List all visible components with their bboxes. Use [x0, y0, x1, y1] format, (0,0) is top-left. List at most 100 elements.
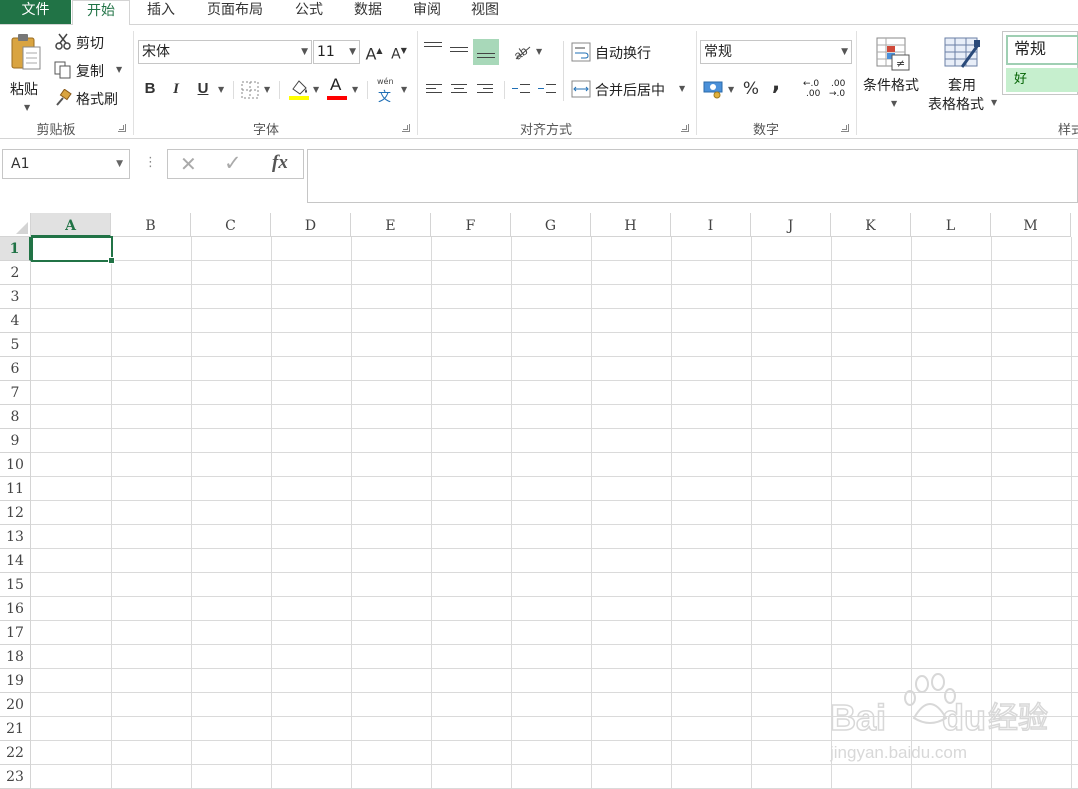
bold-button[interactable]: B	[140, 78, 160, 100]
tab-review[interactable]: 审阅	[404, 0, 450, 24]
column-header-b[interactable]: B	[111, 213, 191, 237]
cut-button[interactable]: 剪切	[54, 33, 124, 53]
align-bottom-button[interactable]	[473, 39, 499, 65]
row-header-18[interactable]: 18	[0, 645, 31, 669]
font-launcher-icon[interactable]	[402, 124, 410, 132]
phonetic-dropdown-icon[interactable]: ▼	[401, 85, 407, 94]
tab-data[interactable]: 数据	[345, 0, 391, 24]
increase-indent-icon[interactable]	[538, 81, 556, 96]
row-header-7[interactable]: 7	[0, 381, 31, 405]
percent-style-button[interactable]: %	[741, 78, 761, 100]
more-options-icon[interactable]: ⋮	[144, 155, 157, 170]
align-left-icon[interactable]	[426, 81, 442, 96]
phonetic-guide-button[interactable]: wén 文	[376, 77, 396, 105]
row-header-22[interactable]: 22	[0, 741, 31, 765]
row-header-2[interactable]: 2	[0, 261, 31, 285]
tab-formulas[interactable]: 公式	[286, 0, 332, 24]
italic-button[interactable]: I	[166, 78, 186, 100]
clipboard-launcher-icon[interactable]	[118, 124, 126, 132]
accounting-dropdown-icon[interactable]: ▼	[728, 85, 734, 94]
alignment-launcher-icon[interactable]	[681, 124, 689, 132]
row-header-11[interactable]: 11	[0, 477, 31, 501]
row-header-23[interactable]: 23	[0, 765, 31, 789]
active-cell-a1[interactable]	[31, 236, 115, 264]
orientation-icon[interactable]: ab	[512, 41, 534, 61]
row-header-5[interactable]: 5	[0, 333, 31, 357]
copy-button[interactable]: 复制 ▼	[54, 61, 126, 81]
tab-home[interactable]: 开始	[72, 0, 130, 25]
align-right-icon[interactable]	[477, 81, 493, 96]
column-header-h[interactable]: H	[591, 213, 671, 237]
row-header-9[interactable]: 9	[0, 429, 31, 453]
comma-style-button[interactable]: ,	[768, 73, 784, 95]
column-header-k[interactable]: K	[831, 213, 911, 237]
formula-input[interactable]	[307, 149, 1078, 203]
row-header-12[interactable]: 12	[0, 501, 31, 525]
row-header-17[interactable]: 17	[0, 621, 31, 645]
row-header-16[interactable]: 16	[0, 597, 31, 621]
insert-function-icon[interactable]: fx	[272, 152, 288, 174]
paste-button[interactable]: 粘贴 ▼	[6, 31, 46, 115]
column-header-f[interactable]: F	[431, 213, 511, 237]
tab-page-layout[interactable]: 页面布局	[196, 0, 274, 24]
style-good[interactable]: 好	[1006, 68, 1078, 92]
row-header-20[interactable]: 20	[0, 693, 31, 717]
tab-view[interactable]: 视图	[462, 0, 508, 24]
grow-font-button[interactable]: A▲	[364, 40, 384, 65]
row-header-19[interactable]: 19	[0, 669, 31, 693]
underline-button[interactable]: U	[192, 78, 214, 100]
borders-dropdown-icon[interactable]: ▼	[264, 85, 270, 94]
column-header-l[interactable]: L	[911, 213, 991, 237]
conditional-format-dropdown-icon[interactable]: ▼	[891, 99, 897, 108]
row-header-1[interactable]: 1	[0, 237, 31, 261]
row-header-21[interactable]: 21	[0, 717, 31, 741]
format-painter-button[interactable]: 格式刷	[54, 89, 126, 109]
merge-dropdown-icon[interactable]: ▼	[679, 84, 685, 93]
row-header-6[interactable]: 6	[0, 357, 31, 381]
column-header-a[interactable]: A	[31, 213, 111, 237]
wrap-text-button[interactable]: 自动换行	[571, 42, 671, 62]
align-center-icon[interactable]	[451, 81, 467, 96]
enter-icon[interactable]: ✓	[224, 151, 242, 175]
select-all-button[interactable]	[0, 213, 31, 237]
column-header-g[interactable]: G	[511, 213, 591, 237]
cell-styles-gallery[interactable]: 常规 好	[1002, 31, 1078, 95]
underline-dropdown-icon[interactable]: ▼	[218, 85, 224, 94]
borders-icon[interactable]	[241, 81, 259, 99]
column-header-i[interactable]: I	[671, 213, 751, 237]
row-header-15[interactable]: 15	[0, 573, 31, 597]
row-header-4[interactable]: 4	[0, 309, 31, 333]
decrease-indent-icon[interactable]	[512, 81, 530, 96]
number-format-select[interactable]: 常规 ▼	[700, 40, 852, 64]
decrease-decimal-button[interactable]: .00 →.0	[829, 79, 853, 103]
tab-insert[interactable]: 插入	[138, 0, 184, 24]
conditional-format-button[interactable]: ≠ 条件格式 ▼	[860, 33, 926, 117]
orientation-dropdown-icon[interactable]: ▼	[536, 47, 542, 56]
name-box[interactable]: A1 ▼	[2, 149, 130, 179]
fill-color-icon[interactable]	[288, 77, 310, 101]
merge-center-button[interactable]: 合并后居中 ▼	[571, 79, 691, 99]
paste-dropdown-icon[interactable]: ▼	[24, 103, 30, 112]
column-header-m[interactable]: M	[991, 213, 1071, 237]
tab-file[interactable]: 文件	[0, 0, 71, 24]
row-header-10[interactable]: 10	[0, 453, 31, 477]
cancel-icon[interactable]: ✕	[180, 152, 197, 176]
copy-dropdown-icon[interactable]: ▼	[116, 65, 122, 74]
fill-color-dropdown-icon[interactable]: ▼	[313, 85, 319, 94]
align-top-icon[interactable]	[424, 39, 442, 50]
format-as-table-dropdown-icon[interactable]: ▼	[991, 98, 997, 107]
accounting-format-icon[interactable]	[703, 79, 725, 99]
font-size-select[interactable]: 11 ▼	[313, 40, 360, 64]
column-header-e[interactable]: E	[351, 213, 431, 237]
row-header-3[interactable]: 3	[0, 285, 31, 309]
row-header-8[interactable]: 8	[0, 405, 31, 429]
shrink-font-button[interactable]: A▼	[389, 40, 409, 66]
row-header-14[interactable]: 14	[0, 549, 31, 573]
row-header-13[interactable]: 13	[0, 525, 31, 549]
align-middle-icon[interactable]	[450, 44, 468, 55]
font-name-select[interactable]: 宋体 ▼	[138, 40, 312, 64]
font-color-button[interactable]: A	[326, 75, 348, 101]
increase-decimal-button[interactable]: ←.0 .00	[803, 79, 827, 103]
number-launcher-icon[interactable]	[841, 124, 849, 132]
font-color-dropdown-icon[interactable]: ▼	[352, 85, 358, 94]
